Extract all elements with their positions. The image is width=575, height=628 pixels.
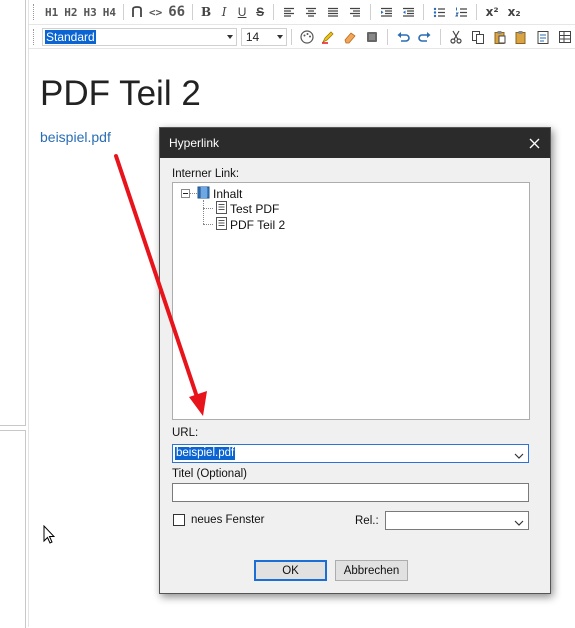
toolbar-separator <box>476 4 478 20</box>
hyperlink-dialog: Hyperlink Interner Link: Inhalt Test PDF <box>159 127 551 594</box>
toolbar-grip[interactable] <box>33 4 36 20</box>
bold-button[interactable]: B <box>197 2 215 22</box>
new-window-checkbox[interactable] <box>173 514 185 526</box>
left-panel-bottom <box>0 430 26 628</box>
tree-item-label: Test PDF <box>230 202 280 216</box>
tree-connector <box>203 208 213 209</box>
highlighter-icon[interactable] <box>317 27 339 47</box>
toolbar-separator <box>290 28 292 45</box>
blockquote-button[interactable]: 66 <box>165 2 188 22</box>
rel-label: Rel.: <box>355 515 379 527</box>
paragraph-style-select[interactable]: Standard <box>41 27 237 46</box>
chevron-down-icon[interactable] <box>514 449 524 463</box>
chevron-down-icon <box>226 34 233 39</box>
url-label: URL: <box>172 427 199 439</box>
new-window-label[interactable]: neues Fenster <box>191 514 265 526</box>
undo-icon[interactable] <box>392 27 414 47</box>
underline-button[interactable]: U <box>233 2 251 22</box>
toolbar-separator <box>423 4 425 20</box>
strikethrough-button[interactable]: S <box>251 2 269 22</box>
document-heading[interactable]: PDF Teil 2 <box>40 74 201 114</box>
italic-button[interactable]: I <box>215 2 233 22</box>
ok-button[interactable]: OK <box>254 560 327 581</box>
heading4-button[interactable]: H4 <box>100 2 119 22</box>
page-icon <box>216 201 227 217</box>
outdent-icon[interactable] <box>397 2 419 22</box>
paste-icon[interactable] <box>489 27 511 47</box>
tree-connector <box>203 224 213 225</box>
toolbar-separator <box>192 4 194 20</box>
close-icon[interactable] <box>524 133 544 153</box>
toolbar-grip[interactable] <box>33 28 36 45</box>
toolbar-separator <box>273 4 275 20</box>
superscript-button[interactable]: x² <box>481 2 503 22</box>
tree-connector <box>203 200 204 224</box>
paste-special-icon[interactable] <box>532 27 554 47</box>
heading1-button[interactable]: H1 <box>42 2 61 22</box>
tree-item-label: PDF Teil 2 <box>230 218 286 232</box>
style-toolbar: Standard 14 <box>29 25 575 49</box>
heading2-button[interactable]: H2 <box>61 2 80 22</box>
color-palette-icon[interactable] <box>296 27 318 47</box>
format-toolbar: H1 H2 H3 H4 <> 66 B I U S x² x₂ <box>29 0 575 25</box>
eraser-icon[interactable] <box>339 27 361 47</box>
rel-combobox[interactable] <box>385 511 529 530</box>
align-center-icon[interactable] <box>300 2 322 22</box>
book-icon <box>197 186 210 202</box>
toolbar-separator <box>439 28 441 45</box>
chevron-down-icon <box>276 34 283 39</box>
font-size-value: 14 <box>245 29 260 44</box>
bullet-list-icon[interactable] <box>428 2 450 22</box>
code-button[interactable]: <> <box>146 2 165 22</box>
align-right-icon[interactable] <box>344 2 366 22</box>
left-panel-top <box>0 0 26 426</box>
toolbar-separator <box>387 28 389 45</box>
align-left-icon[interactable] <box>278 2 300 22</box>
page-icon <box>216 217 227 233</box>
dialog-titlebar[interactable]: Hyperlink <box>160 128 550 158</box>
tree-item-pdf-teil-2[interactable]: PDF Teil 2 <box>216 217 285 233</box>
toolbar-separator <box>123 4 124 20</box>
cut-icon[interactable] <box>445 27 467 47</box>
copy-icon[interactable] <box>467 27 489 47</box>
tree-item-label: Inhalt <box>213 187 243 201</box>
style-select-value: Standard <box>44 29 96 44</box>
font-size-select[interactable]: 14 <box>240 27 287 46</box>
url-combobox[interactable]: beispiel.pdf <box>172 444 529 463</box>
numbered-list-icon[interactable] <box>450 2 472 22</box>
frame-icon[interactable] <box>361 27 383 47</box>
dialog-title: Hyperlink <box>169 136 220 150</box>
internal-link-label: Interner Link: <box>172 168 240 180</box>
chevron-down-icon[interactable] <box>514 516 524 530</box>
internal-link-tree[interactable]: Inhalt Test PDF PDF Teil 2 <box>172 182 530 420</box>
title-input[interactable] <box>172 483 529 502</box>
paragraph-icon[interactable] <box>128 2 146 22</box>
indent-icon[interactable] <box>375 2 397 22</box>
document-hyperlink[interactable]: beispiel.pdf <box>40 129 111 145</box>
url-value: beispiel.pdf <box>175 447 236 460</box>
insert-table-icon[interactable] <box>554 27 575 47</box>
collapse-icon[interactable] <box>181 187 190 201</box>
redo-icon[interactable] <box>414 27 436 47</box>
cancel-button[interactable]: Abbrechen <box>335 560 408 581</box>
tree-item-test-pdf[interactable]: Test PDF <box>216 201 279 217</box>
tree-item-inhalt[interactable]: Inhalt <box>181 186 242 202</box>
align-justify-icon[interactable] <box>322 2 344 22</box>
toolbar-separator <box>370 4 372 20</box>
subscript-button[interactable]: x₂ <box>503 2 525 22</box>
mouse-cursor-icon <box>43 524 56 549</box>
heading3-button[interactable]: H3 <box>81 2 100 22</box>
title-label: Titel (Optional) <box>172 468 247 480</box>
paste-text-icon[interactable] <box>510 27 532 47</box>
